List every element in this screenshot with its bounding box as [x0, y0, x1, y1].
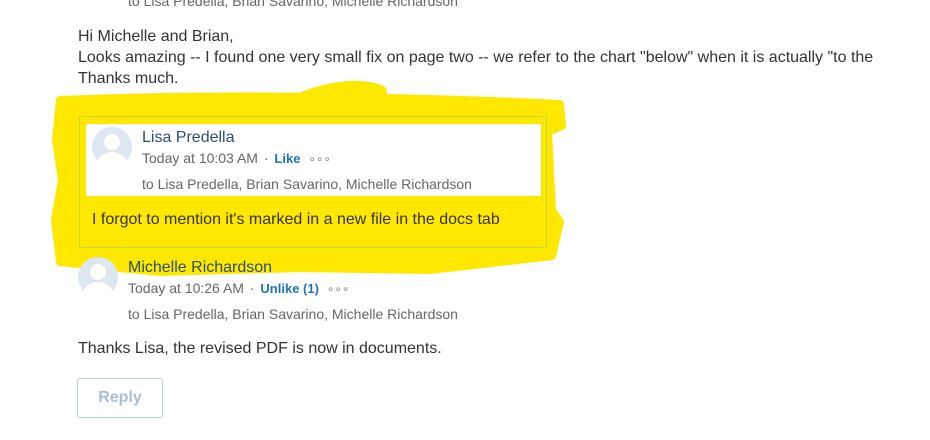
meta-separator: ·: [263, 150, 269, 166]
quoted-meta-row: Today at 10:03 AM · Like ∘∘∘: [142, 150, 331, 166]
avatar-icon[interactable]: [92, 127, 132, 167]
like-link[interactable]: Like: [274, 151, 300, 166]
reply-author-name[interactable]: Michelle Richardson: [128, 259, 272, 277]
more-options-icon[interactable]: ∘∘∘: [327, 282, 350, 296]
message-greeting: Hi Michelle and Brian,: [78, 28, 234, 45]
more-options-icon[interactable]: ∘∘∘: [308, 152, 331, 166]
top-recipients-line: to Lisa Predella, Brian Savarino, Michel…: [128, 0, 458, 9]
meta-separator: ·: [249, 280, 255, 296]
reply-body: Thanks Lisa, the revised PDF is now in d…: [78, 340, 442, 357]
quoted-recipients: to Lisa Predella, Brian Savarino, Michel…: [142, 176, 472, 192]
avatar-icon[interactable]: [78, 257, 118, 297]
message-line-2: Thanks much.: [78, 70, 179, 87]
reply-button[interactable]: Reply: [77, 378, 163, 418]
quoted-timestamp: Today at 10:03 AM: [142, 150, 258, 166]
reply-recipients: to Lisa Predella, Brian Savarino, Michel…: [128, 306, 458, 322]
quoted-author-name[interactable]: Lisa Predella: [142, 129, 235, 147]
message-line-1: Looks amazing -- I found one very small …: [78, 49, 874, 66]
quoted-body: I forgot to mention it's marked in a new…: [92, 211, 500, 228]
reply-meta-row: Today at 10:26 AM · Unlike (1) ∘∘∘: [128, 280, 349, 296]
reply-timestamp: Today at 10:26 AM: [128, 280, 244, 296]
unlike-link[interactable]: Unlike (1): [260, 281, 319, 296]
